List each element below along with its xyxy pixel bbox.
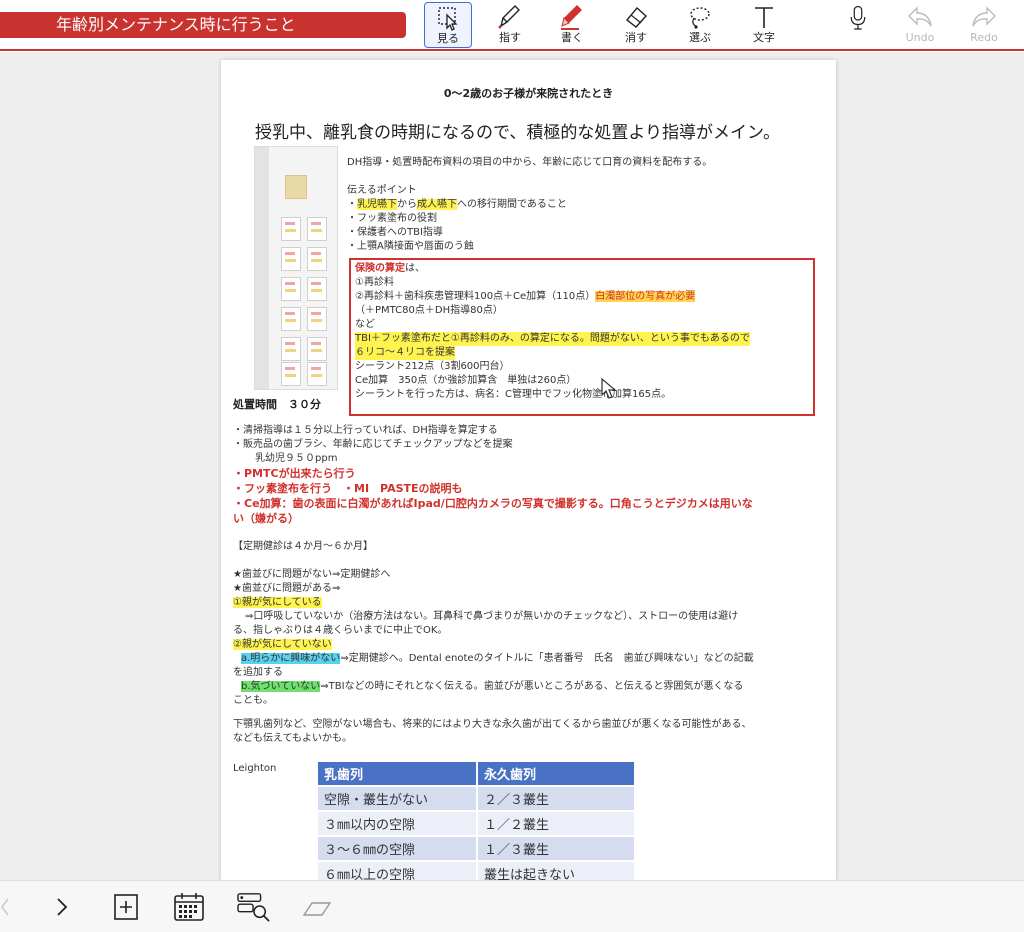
insurance-title: 保険の算定は、 (355, 263, 425, 274)
insurance-line-5: TBI＋フッ素塗布だと①再診料のみ、の算定になる。問題がない、という事でもあるの… (355, 332, 750, 346)
pen-icon (561, 5, 582, 30)
document-page[interactable]: 0～2歳のお子様が来院されたとき 授乳中、離乳食の時期になるので、積極的な処置よ… (221, 60, 836, 880)
table-row: ３㎜以内の空隙 １／２叢生 (318, 811, 636, 837)
insurance-line-2: ②再診料＋歯科疾患管理料100点＋Ce加算（110点）白濁部位の写真が必要 (355, 291, 696, 302)
table-cell: １／２叢生 (477, 811, 636, 837)
pointer-pen-icon (498, 5, 520, 29)
point-1: ・乳児嚥下から成人嚥下への移行期間であること (347, 199, 567, 210)
alignment-line-4: ⇒口呼吸していないか（治療方法はない。耳鼻科で鼻づまりが無いかのチェックなど）、… (245, 611, 739, 622)
document-workspace[interactable]: 0～2歳のお子様が来院されたとき 授乳中、離乳食の時期になるので、積極的な処置よ… (0, 52, 1024, 880)
treatment-time: 処置時間 ３０分 (233, 398, 321, 411)
redo-arrow-icon (972, 6, 996, 27)
red-note-3: ・Ce加算：歯の表面に白濁があればIpad/口腔内カメラの写真で撮影する。口角こ… (233, 497, 753, 510)
undo-label: Undo (905, 31, 935, 44)
insurance-line-1: ①再診料 (355, 277, 394, 288)
table-row: ３～６㎜の空隙 １／３叢生 (318, 836, 636, 862)
write-tool-label: 書く (561, 31, 583, 44)
table-cell: ３㎜以内の空隙 (318, 811, 478, 837)
alignment-line-1: ★歯並びに問題がない⇒定期健診へ (233, 569, 391, 580)
text-tool-button[interactable]: 文字 (740, 2, 788, 48)
checkup-interval: 【定期健診は４か月～６か月】 (233, 541, 373, 552)
redo-button[interactable]: Redo (960, 2, 1008, 48)
table-cell: ３～６㎜の空隙 (318, 836, 478, 862)
document-title[interactable]: 年齢別メンテナンス時に行うこと (0, 12, 406, 38)
search-pages-icon[interactable] (234, 891, 274, 923)
next-page-icon[interactable] (50, 891, 74, 923)
view-cursor-icon (438, 7, 458, 31)
points-title: 伝えるポイント (347, 185, 417, 196)
lower-dentition-line-2: なども伝えてもよいかも。 (233, 733, 352, 744)
lower-dentition-line-1: 下顎乳歯列など、空隙がない場合も、将来的にはより大きな永久歯が出てくるから歯並び… (233, 719, 752, 730)
eraser-shape-icon[interactable] (300, 891, 334, 923)
alignment-line-10: ことも。 (233, 695, 273, 706)
alignment-line-6: ②親が気にしていない (233, 639, 332, 650)
undo-button[interactable]: Undo (896, 2, 944, 48)
table-cell: ２／３叢生 (477, 786, 636, 812)
insurance-line-4: など (355, 319, 375, 330)
leighton-table: 乳歯列 永久歯列 空隙・叢生がない ２／３叢生 ３㎜以内の空隙 １／２叢生 ３～… (318, 762, 636, 880)
undo-arrow-icon (908, 6, 932, 27)
alignment-line-5: る、指しゃぶりは４歳くらいまでに中止でOK。 (233, 625, 448, 636)
time-note-2: ・販売品の歯ブラシ、年齢に応じてチェックアップなどを提案 (233, 439, 513, 450)
add-page-icon[interactable] (110, 891, 142, 923)
time-note-1: ・清掃指導は１５分以上行っていれば、DH指導を算定する (233, 425, 498, 436)
bottom-toolbar (0, 880, 1024, 932)
top-toolbar: 年齢別メンテナンス時に行うこと 見る 指す 書く 消す 選ぶ 文字 Undo R… (0, 0, 1024, 53)
alignment-line-3: ①親が気にしている (233, 597, 322, 608)
alignment-line-7: a.明らかに興味がない⇒定期健診へ。Dental enoteのタイトルに「患者番… (241, 653, 754, 664)
select-tool-button[interactable]: 選ぶ (676, 2, 724, 48)
text-t-icon (755, 7, 773, 28)
write-tool-button[interactable]: 書く (548, 2, 596, 48)
table-cell: ６㎜以上の空隙 (318, 861, 478, 880)
lasso-select-icon (690, 7, 710, 29)
insurance-line-8: Ce加算 350点（か強診加算含 単独は260点） (355, 375, 577, 386)
page-header: 0～2歳のお子様が来院されたとき (443, 87, 614, 100)
insurance-line-3: （＋PMTC80点＋DH指導80点） (355, 305, 503, 316)
red-note-2: ・フッ素塗布を行う ・MI PASTEの説明も (233, 482, 463, 495)
prev-page-icon[interactable] (0, 891, 12, 923)
table-row: 空隙・叢生がない ２／３叢生 (318, 786, 636, 812)
insurance-line-7: シーラント212点（3割600円台） (355, 361, 510, 372)
point-tool-label: 指す (499, 31, 521, 44)
insurance-line-6: ６リコ～４リコを提案 (355, 346, 455, 360)
view-tool-button[interactable]: 見る (424, 2, 472, 48)
eraser-icon (625, 6, 647, 28)
alignment-line-2: ★歯並びに問題がある⇒ (233, 583, 341, 594)
table-cell: 叢生は起きない (477, 861, 636, 880)
title-underline (0, 49, 1024, 51)
select-tool-label: 選ぶ (689, 31, 711, 44)
handout-thumbnail-image (254, 146, 338, 390)
text-tool-label: 文字 (753, 31, 775, 44)
table-cell: 空隙・叢生がない (318, 786, 478, 812)
leighton-label: Leighton (233, 763, 277, 774)
redo-label: Redo (970, 31, 998, 44)
table-row: ６㎜以上の空隙 叢生は起きない (318, 861, 636, 880)
microphone-icon (850, 5, 866, 30)
point-2: ・フッ素塗布の役割 (347, 213, 437, 224)
time-note-3: 乳幼児９５０ppm (255, 453, 338, 464)
intro-text: DH指導・処置時配布資料の項目の中から、年齢に応じて口育の資料を配布する。 (347, 157, 713, 168)
mouse-cursor-icon (601, 378, 617, 399)
table-cell: １／３叢生 (477, 836, 636, 862)
point-3: ・保護者へのTBI指導 (347, 227, 443, 238)
page-headline: 授乳中、離乳食の時期になるので、積極的な処置より指導がメイン。 (255, 123, 780, 143)
table-header-permanent: 永久歯列 (477, 762, 636, 787)
calendar-icon[interactable] (172, 891, 206, 923)
erase-tool-button[interactable]: 消す (612, 2, 660, 48)
point-4: ・上顎A隣接面や唇面のう蝕 (347, 241, 474, 252)
table-header-primary: 乳歯列 (318, 762, 478, 787)
alignment-line-9: b.気づいていない⇒TBIなどの時にそれとなく伝える。歯並びが悪いところがある、… (241, 681, 744, 692)
alignment-line-8: を追加する (233, 667, 283, 678)
erase-tool-label: 消す (625, 31, 647, 44)
point-tool-button[interactable]: 指す (486, 2, 534, 48)
microphone-button[interactable] (834, 2, 882, 48)
view-tool-label: 見る (437, 32, 459, 45)
red-note-1: ・PMTCが出来たら行う (233, 467, 356, 480)
insurance-line-9: シーラントを行った方は、病名：C管理中でフッ化物塗布加算165点。 (355, 389, 672, 400)
red-note-4: い（嫌がる） (233, 512, 299, 525)
